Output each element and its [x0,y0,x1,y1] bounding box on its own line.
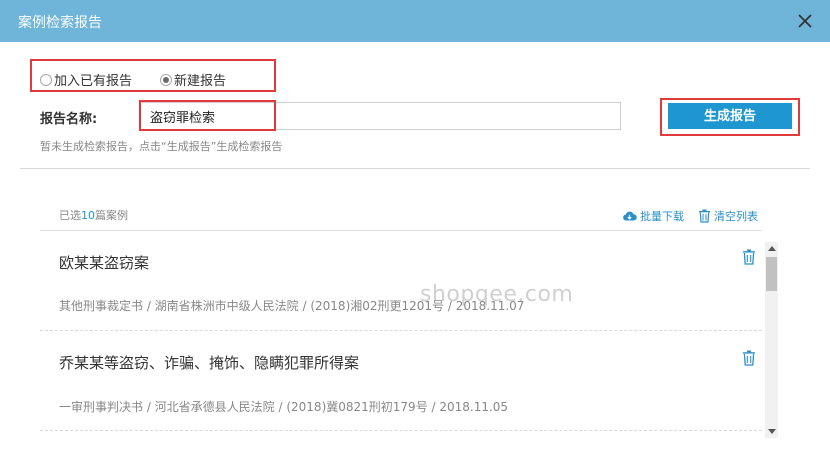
scroll-down-arrow-icon[interactable] [768,429,776,434]
batch-download-label: 批量下载 [640,210,684,223]
case-meta: 其他刑事裁定书 / 湖南省株洲市中级人民法院 / (2018)湘02刑更1201… [59,299,525,313]
clear-list-button[interactable]: 清空列表 [698,208,758,224]
radio-button-unchecked-icon[interactable] [40,73,52,86]
batch-download-button[interactable]: 批量下载 [622,208,684,224]
radio-label-new-report: 新建报告 [174,74,227,89]
trash-icon [699,209,710,223]
radio-label-add-existing: 加入已有报告 [54,74,133,89]
case-list-scrollbar[interactable] [765,242,778,438]
scroll-up-arrow-icon[interactable] [768,246,776,251]
case-meta: 一审刑事判决书 / 河北省承德县人民法院 / (2018)冀0821刑初179号… [59,400,509,414]
scrollbar-thumb[interactable] [766,257,777,291]
generate-report-button[interactable]: 生成报告 [668,103,792,129]
clear-list-label: 清空列表 [714,210,758,223]
generate-hint-text: 暂未生成检索报告，点击“生成报告”生成检索报告 [40,140,283,153]
radio-new-report[interactable]: 新建报告 [160,70,226,89]
report-name-input[interactable] [150,107,450,125]
case-list-item[interactable]: 乔某某等盗窃、诈骗、掩饰、隐瞒犯罪所得案 一审刑事判决书 / 河北省承德县人民法… [40,330,762,432]
cloud-download-icon [623,211,637,221]
report-name-field[interactable] [139,102,621,130]
selected-cases-count: 已选10篇案例 [59,209,128,222]
selected-count-number: 10 [81,209,95,222]
close-icon[interactable] [795,11,815,31]
case-title[interactable]: 乔某某等盗窃、诈骗、掩饰、隐瞒犯罪所得案 [59,352,359,373]
delete-case-icon[interactable] [742,249,756,265]
dialog-titlebar: 案例检索报告 [0,0,830,42]
case-title[interactable]: 欧某某盗窃案 [59,252,149,273]
case-divider [40,430,762,431]
report-mode-radio-group: 加入已有报告 新建报告 [30,59,276,92]
radio-button-checked-icon[interactable] [160,73,172,86]
case-list-item[interactable]: 欧某某盗窃案 其他刑事裁定书 / 湖南省株洲市中级人民法院 / (2018)湘0… [40,230,762,332]
report-name-label: 报告名称: [40,112,98,127]
dialog-title: 案例检索报告 [18,15,102,31]
section-divider [20,168,810,169]
delete-case-icon[interactable] [742,350,756,366]
radio-add-existing-report[interactable]: 加入已有报告 [40,70,132,89]
